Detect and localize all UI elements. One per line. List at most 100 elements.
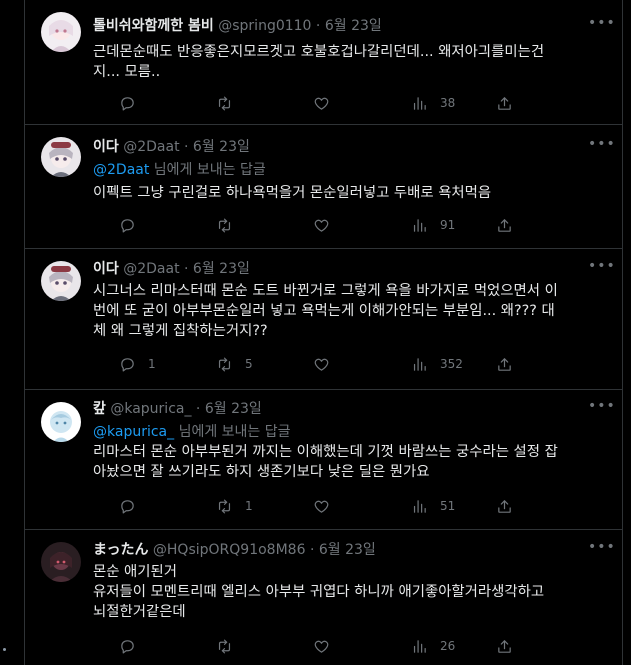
view-count: 26 (440, 639, 456, 653)
like-button[interactable] (313, 636, 342, 656)
retweet-count: 5 (245, 357, 253, 371)
share-icon (498, 357, 511, 371)
timestamp[interactable]: 6월 23일 (193, 261, 250, 277)
views-icon (413, 357, 426, 371)
avatar[interactable] (41, 12, 81, 52)
tweet-text: 몬순 애기된거 유저들이 모멘트리때 엘리스 아부부 귀엽다 하니까 애기좋아할… (93, 562, 603, 622)
like-icon (314, 97, 329, 110)
views-button[interactable]: 91 (411, 215, 455, 235)
display-name[interactable]: まったん (93, 542, 148, 558)
timestamp[interactable]: 6월 23일 (325, 18, 382, 34)
retweet-button[interactable]: 1 (216, 496, 253, 516)
like-button[interactable] (313, 215, 342, 235)
retweet-icon (218, 357, 231, 371)
more-icon[interactable]: ••• (588, 399, 615, 419)
reply-icon (121, 499, 134, 513)
reply-icon (121, 639, 134, 653)
reply-button[interactable]: 1 (119, 354, 156, 374)
display-name[interactable]: 톨비쉬와함께한 봄비 (93, 18, 214, 34)
more-icon[interactable]: ••• (588, 137, 615, 157)
retweet-icon (218, 639, 231, 653)
reply-context: @kapurica_ 님에게 보내는 답글 (93, 422, 291, 442)
tweet[interactable]: 톨비쉬와함께한 봄비 @spring0110 · 6월 23일 ••• 근데몬순… (25, 0, 622, 125)
reply-to-label: 님에게 보내는 답글 (174, 424, 291, 440)
retweet-button[interactable] (216, 636, 245, 656)
timestamp[interactable]: 6월 23일 (205, 401, 262, 417)
tweet[interactable]: 이다 @2Daat · 6월 23일 ••• @2Daat 님에게 보내는 답글… (25, 125, 622, 249)
views-icon (413, 218, 426, 232)
tweet[interactable]: 이다 @2Daat · 6월 23일 ••• 시그너스 리마스터때 몬순 도트 … (25, 249, 622, 390)
reply-context: @2Daat 님에게 보내는 답글 (93, 160, 266, 180)
tweet-header: 이다 @2Daat · 6월 23일 (93, 137, 250, 157)
reply-to-link[interactable]: @2Daat (93, 162, 149, 178)
view-count: 51 (440, 499, 456, 513)
user-handle[interactable]: @2Daat (123, 261, 179, 277)
scroll-indicator (3, 648, 6, 651)
retweet-button[interactable] (216, 93, 245, 113)
views-button[interactable]: 26 (411, 636, 455, 656)
tweet-text-line: 뇌절한거같은데 (93, 604, 186, 620)
share-button[interactable] (496, 93, 513, 113)
like-button[interactable] (313, 496, 342, 516)
user-handle[interactable]: @kapurica_ (110, 401, 191, 417)
share-icon (498, 499, 511, 513)
tweet-actions: 26 (93, 636, 533, 656)
tweet-text-line: 시그너스 리마스터때 몬순 도트 바뀐거로 그렇게 욕을 바가지로 먹었으면서 … (93, 283, 558, 299)
tweet-header: 캎 @kapurica_ · 6월 23일 (93, 399, 262, 419)
views-icon (413, 639, 426, 653)
avatar[interactable] (41, 402, 81, 442)
views-button[interactable]: 352 (411, 354, 463, 374)
reply-button[interactable] (119, 215, 148, 235)
tweet-text: 이펙트 그냥 구린걸로 하나욕먹을거 몬순일러넣고 두배로 욕처먹음 (93, 183, 603, 203)
view-count: 91 (440, 218, 456, 232)
user-handle[interactable]: @spring0110 (218, 18, 311, 34)
tweet[interactable]: 캎 @kapurica_ · 6월 23일 ••• @kapurica_ 님에게… (25, 390, 622, 530)
tweet-header: 톨비쉬와함께한 봄비 @spring0110 · 6월 23일 (93, 16, 382, 36)
reply-button[interactable] (119, 496, 148, 516)
tweet-actions: 91 (93, 215, 533, 235)
like-button[interactable] (313, 93, 342, 113)
separator-dot: · (315, 18, 321, 34)
like-icon (314, 219, 329, 232)
reply-icon (121, 357, 134, 371)
user-handle[interactable]: @2Daat (123, 139, 179, 155)
more-icon[interactable]: ••• (588, 16, 615, 36)
views-button[interactable]: 38 (411, 93, 455, 113)
tweet-header: まったん @HQsipORQ91o8M86 · 6월 23일 (93, 540, 376, 560)
avatar[interactable] (41, 137, 81, 177)
reply-button[interactable] (119, 636, 148, 656)
views-button[interactable]: 51 (411, 496, 455, 516)
view-count: 352 (440, 357, 463, 371)
separator-dot: · (309, 542, 315, 558)
display-name[interactable]: 이다 (93, 261, 119, 277)
share-button[interactable] (496, 354, 513, 374)
share-button[interactable] (496, 496, 513, 516)
tweet-actions: 1 5 352 (93, 354, 533, 374)
timestamp[interactable]: 6월 23일 (193, 139, 250, 155)
like-button[interactable] (313, 354, 342, 374)
reply-to-link[interactable]: @kapurica_ (93, 424, 174, 440)
like-icon (314, 358, 329, 371)
user-handle[interactable]: @HQsipORQ91o8M86 (153, 542, 306, 558)
tweet-text-line: 지... 모름.. (93, 64, 161, 80)
tweet-text-line: 유저들이 모멘트리때 엘리스 아부부 귀엽다 하니까 애기좋아할거라생각하고 (93, 584, 545, 600)
more-icon[interactable]: ••• (588, 540, 615, 560)
display-name[interactable]: 캎 (93, 401, 106, 417)
display-name[interactable]: 이다 (93, 139, 119, 155)
retweet-icon (218, 499, 231, 513)
reply-button[interactable] (119, 93, 148, 113)
retweet-icon (218, 218, 231, 232)
tweet-text-line: 리마스터 몬순 아부부된거 까지는 이해했는데 기껏 바람쓰는 궁수라는 설정 … (93, 444, 558, 460)
retweet-button[interactable]: 5 (216, 354, 253, 374)
more-icon[interactable]: ••• (588, 259, 615, 279)
timestamp[interactable]: 6월 23일 (319, 542, 376, 558)
share-button[interactable] (496, 636, 513, 656)
tweet[interactable]: まったん @HQsipORQ91o8M86 · 6월 23일 ••• 몬순 애기… (25, 530, 622, 665)
avatar[interactable] (41, 261, 81, 301)
retweet-button[interactable] (216, 215, 245, 235)
tweet-text-line: 아놨으면 잘 쓰기라도 하지 생존기보다 낮은 딜은 뭔가요 (93, 464, 430, 480)
tweet-header: 이다 @2Daat · 6월 23일 (93, 259, 250, 279)
avatar[interactable] (41, 542, 81, 582)
share-button[interactable] (496, 215, 513, 235)
view-count: 38 (440, 96, 456, 110)
